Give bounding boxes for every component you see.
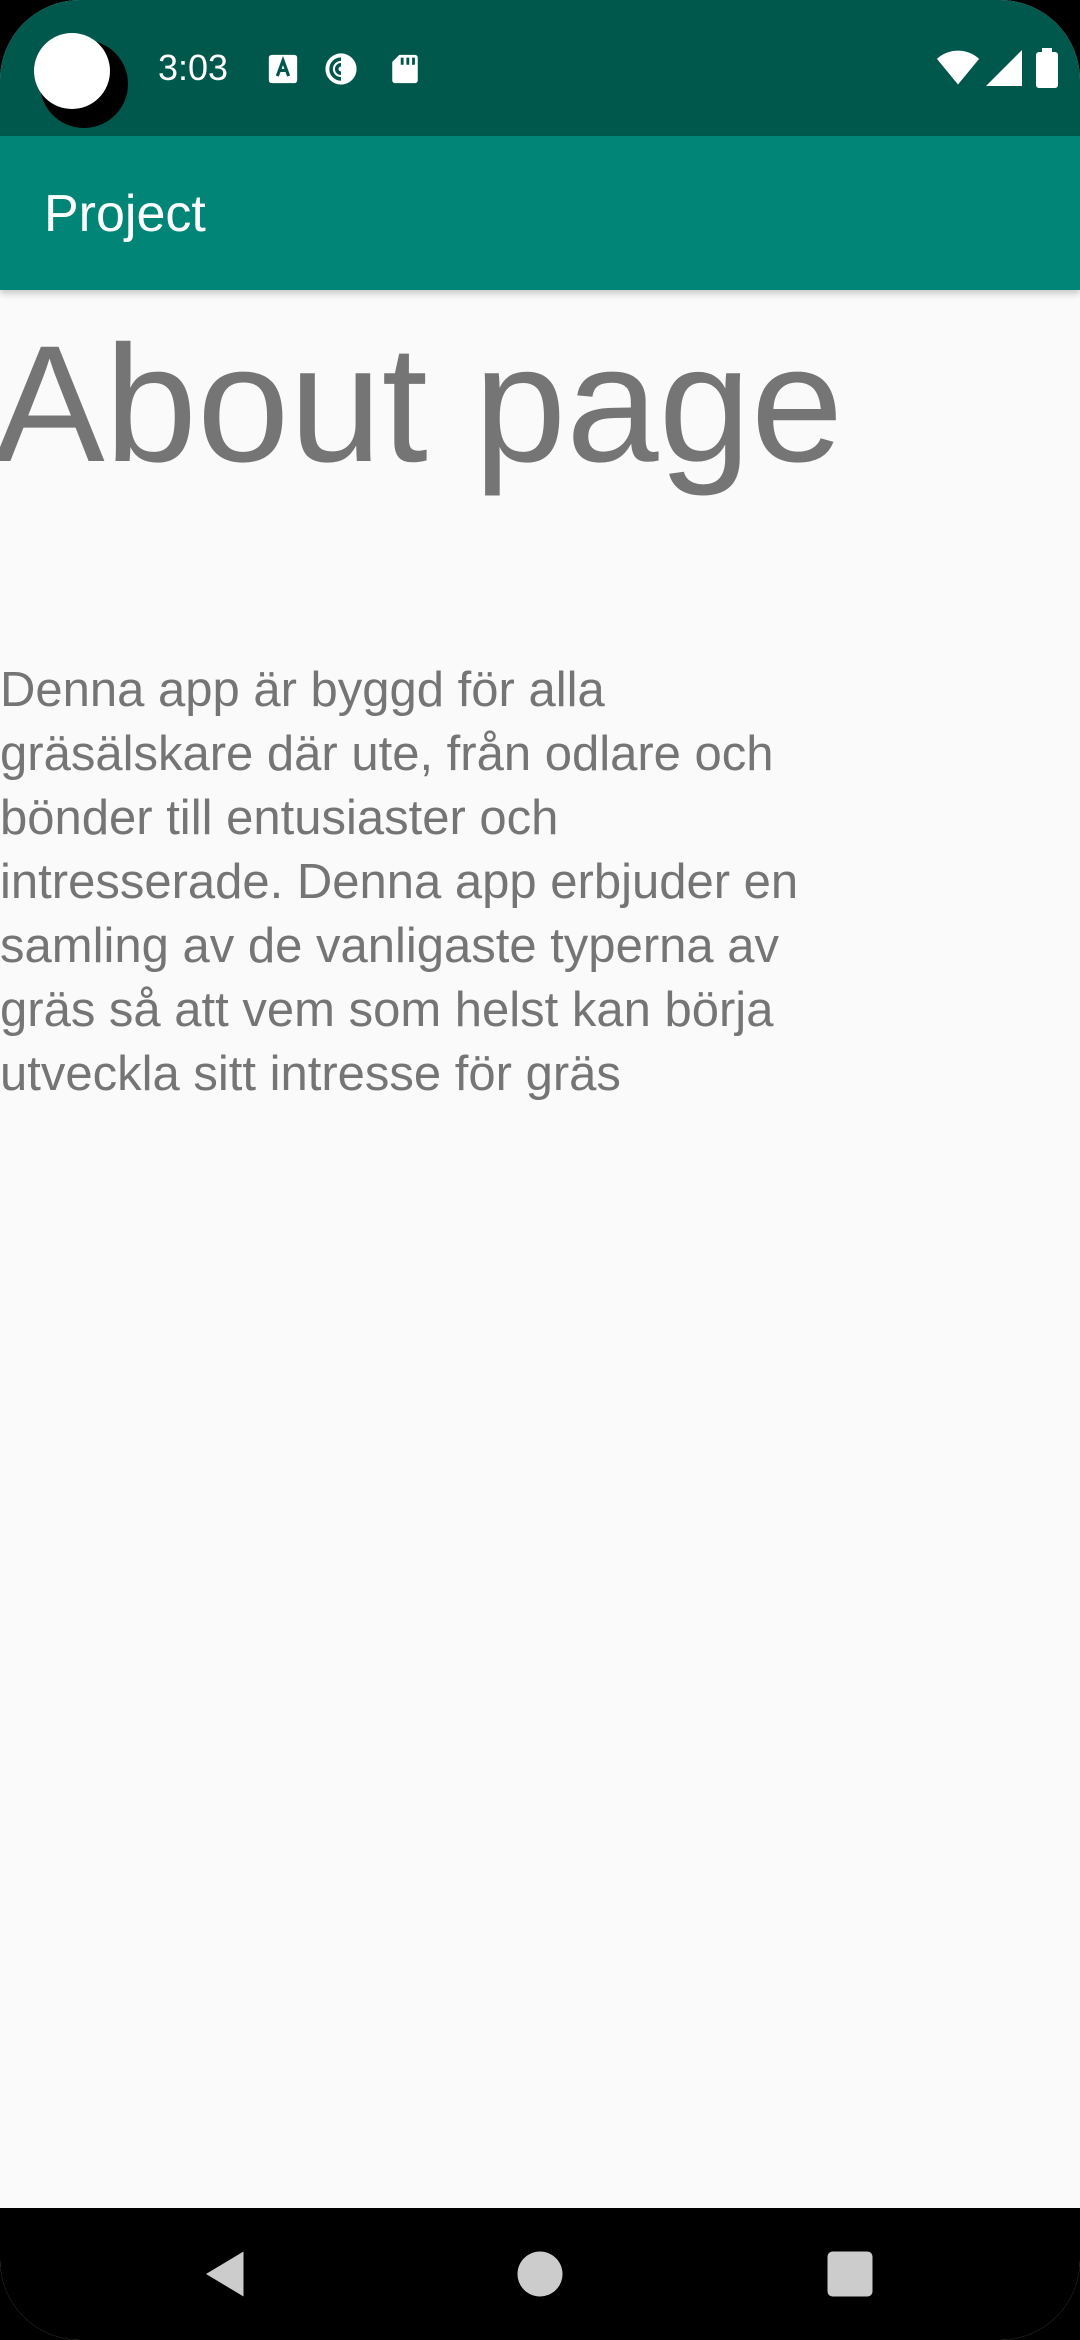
battery-icon	[1036, 48, 1058, 88]
page-title: About page	[0, 312, 844, 497]
cell-signal-icon	[984, 48, 1024, 88]
about-content: About page Denna app är byggd för alla g…	[0, 290, 1080, 2208]
home-icon[interactable]	[510, 2244, 570, 2304]
status-time: 3:03	[158, 47, 229, 88]
wifi-icon	[936, 48, 980, 88]
sd-card-icon	[388, 52, 422, 86]
pocket-casts-icon	[324, 52, 358, 86]
app-toolbar: Project	[0, 136, 1080, 290]
about-description: Denna app är byggd för alla gräsälskare …	[0, 663, 799, 1101]
font-a-icon	[266, 52, 300, 86]
app-screen: 3:03 Project About page Denna app är byg…	[0, 0, 1080, 2340]
toolbar-title: Project	[44, 185, 206, 243]
camera-cutout	[34, 33, 110, 109]
navigation-bar	[0, 2208, 1080, 2340]
back-icon[interactable]	[196, 2244, 256, 2304]
status-bar: 3:03	[0, 0, 1080, 136]
recents-icon[interactable]	[820, 2244, 880, 2304]
